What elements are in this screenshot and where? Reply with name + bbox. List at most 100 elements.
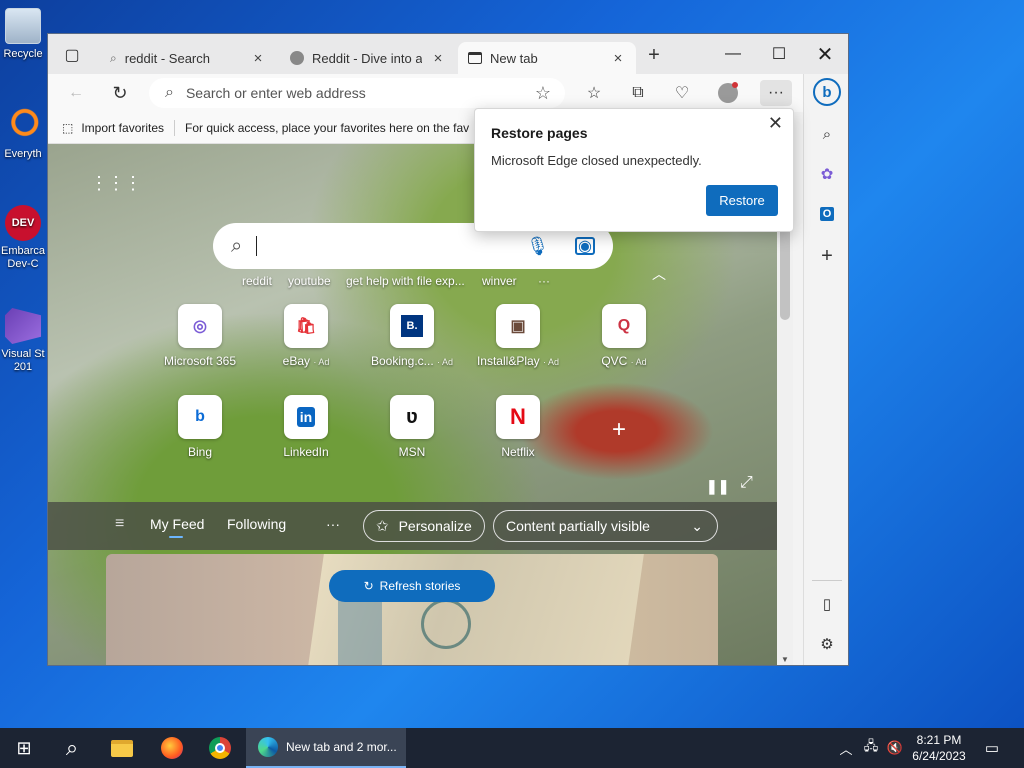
quick-link-booking[interactable]: B. Booking.c... · Ad [367,304,457,368]
apps-launcher-icon[interactable]: ⋮⋮⋮ [90,174,142,192]
refresh-button[interactable]: ↻ [106,80,134,106]
copilot-icon[interactable]: ✿ [813,160,841,188]
favorite-star-icon[interactable]: ☆ [535,83,551,104]
hide-sidebar-icon[interactable]: ▯ [813,590,841,618]
back-button[interactable]: ← [62,80,90,106]
tile-label: LinkedIn [283,445,329,459]
time-label: 8:21 PM [916,733,962,747]
feed-story-card[interactable]: ↻ Refresh stories [106,554,718,665]
tile-label: Booking.c... [370,354,434,368]
desktop-icon-everything[interactable]: Everyth [0,108,46,161]
hamburger-menu-icon[interactable]: ≡ [115,515,124,533]
desktop-icon-visual-studio[interactable]: Visual St 201 [0,308,46,374]
taskbar-edge-window[interactable]: New tab and 2 mor... [246,728,406,768]
quick-link-ebay[interactable]: 🛍 eBay · Ad [261,304,351,368]
search-icon: ⌕ [110,50,117,65]
import-favorites-link[interactable]: Import favorites [81,121,164,135]
restore-button[interactable]: Restore [706,185,778,216]
close-tab-icon[interactable]: × [250,50,266,67]
tab-reddit[interactable]: Reddit - Dive into any × [280,42,456,74]
desktop-icon-dev-cpp[interactable]: DEV Embarca Dev-C [0,205,46,271]
import-favorites-icon: ⬚ [62,120,74,135]
outlook-icon[interactable]: O [813,200,841,228]
quick-link-bing[interactable]: b Bing [155,395,245,459]
address-bar[interactable]: ⌕ Search or enter web address ☆ [149,78,565,108]
show-hidden-icons-chevron[interactable]: ︿ [836,728,856,768]
close-window-button[interactable]: ✕ [802,34,848,74]
clock[interactable]: 8:21 PM 6/24/2023 [908,728,970,768]
desktop-icon-recycle-bin[interactable]: Recycle [0,8,46,61]
search-suggestion[interactable]: youtube [288,274,331,288]
notification-dot [732,82,738,88]
more-menu-button[interactable]: ··· [760,80,792,106]
search-suggestion[interactable]: winver [482,274,517,288]
taskbar: ⊞ ⌕ New tab and 2 mor... ︿ 🖧 🔇 8:21 PM 6… [0,728,1024,768]
desktop-icon-label: Recycle [3,48,43,60]
date-label: 6/24/2023 [912,749,966,763]
visual-studio-icon [5,308,41,344]
add-site-icon[interactable]: + [612,416,626,444]
tab-new-tab[interactable]: New tab × [458,42,636,74]
more-suggestions[interactable]: ··· [538,274,550,288]
start-button[interactable]: ⊞ [0,728,48,768]
tile-label: Bing [187,445,213,459]
new-tab-button[interactable]: + [640,42,668,68]
bing-chat-icon[interactable]: b [813,78,841,106]
tab-label: Reddit - Dive into any [312,50,422,66]
refresh-stories-button[interactable]: ↻ Refresh stories [329,570,495,602]
volume-muted-icon[interactable]: 🔇 [884,728,906,768]
ad-badge: · Ad [313,357,330,367]
pause-background-icon[interactable]: ❚❚ [706,478,729,495]
desktop-icon-label: Everyth [4,148,42,160]
minimize-button[interactable]: — [710,34,756,74]
collections-icon[interactable]: ⧉ [624,80,652,106]
dialog-close-icon[interactable]: ✕ [768,113,783,134]
quick-link-install-play[interactable]: ▣ Install&Play · Ad [473,304,563,368]
close-tab-icon[interactable]: × [610,50,626,67]
close-tab-icon[interactable]: × [430,50,446,67]
refresh-icon: ↻ [363,579,374,593]
search-icon[interactable]: ⌕ [813,120,841,148]
profile-avatar[interactable] [714,80,742,106]
personalize-button[interactable]: ✩ Personalize [363,510,485,542]
search-suggestion[interactable]: get help with file exp... [346,274,465,288]
qvc-icon: Q [602,304,646,348]
quick-link-linkedin[interactable]: in LinkedIn [261,395,351,459]
microphone-icon[interactable]: 🎙 [526,236,549,257]
favorites-icon[interactable]: ☆ [580,80,608,106]
restore-pages-dialog: ✕ Restore pages Microsoft Edge closed un… [474,108,794,232]
notifications-icon[interactable]: ▭ [978,728,1006,768]
sidebar-settings-icon[interactable]: ⚙ [813,630,841,658]
quick-link-netflix[interactable]: N Netflix [473,395,563,459]
quick-link-qvc[interactable]: Q QVC · Ad [579,304,669,368]
feed-more-button[interactable]: ··· [326,516,340,532]
search-icon[interactable]: ⌕ [48,728,96,768]
scroll-down-arrow[interactable]: ▼ [781,655,789,664]
new-tab-icon [468,52,482,64]
chevron-down-icon: ⌄ [691,517,703,534]
collapse-chevron-icon[interactable]: ︿ [652,264,666,284]
maximize-button[interactable]: ☐ [756,34,802,74]
tab-label: reddit - Search [124,50,210,66]
chrome-icon[interactable] [198,728,242,768]
network-icon[interactable]: 🖧 [860,728,882,768]
tile-label: Microsoft 365 [163,354,237,368]
content-visibility-dropdown[interactable]: Content partially visible ⌄ [493,510,718,542]
dialog-message: Microsoft Edge closed unexpectedly. [491,153,702,168]
quick-link-microsoft-365[interactable]: ◎ Microsoft 365 [155,304,245,368]
search-suggestion[interactable]: reddit [242,274,272,288]
add-sidebar-app-icon[interactable]: + [813,242,841,270]
everything-search-icon [5,108,41,144]
my-feed-tab[interactable]: My Feed [150,516,204,532]
firefox-icon[interactable] [150,728,194,768]
quick-link-msn[interactable]: ʋ MSN [367,395,457,459]
tab-reddit-search[interactable]: ⌕ reddit - Search × [100,42,276,74]
extensions-icon[interactable]: ♡ [668,80,696,106]
tab-actions-icon[interactable]: ▢ [58,42,86,68]
expand-icon[interactable]: ⤢ [740,474,753,492]
ad-badge: · Ad [630,357,647,367]
booking-icon: B. [390,304,434,348]
visual-search-icon[interactable]: ◉ [575,237,595,255]
file-explorer-icon[interactable] [100,728,144,768]
following-tab[interactable]: Following [227,516,286,532]
